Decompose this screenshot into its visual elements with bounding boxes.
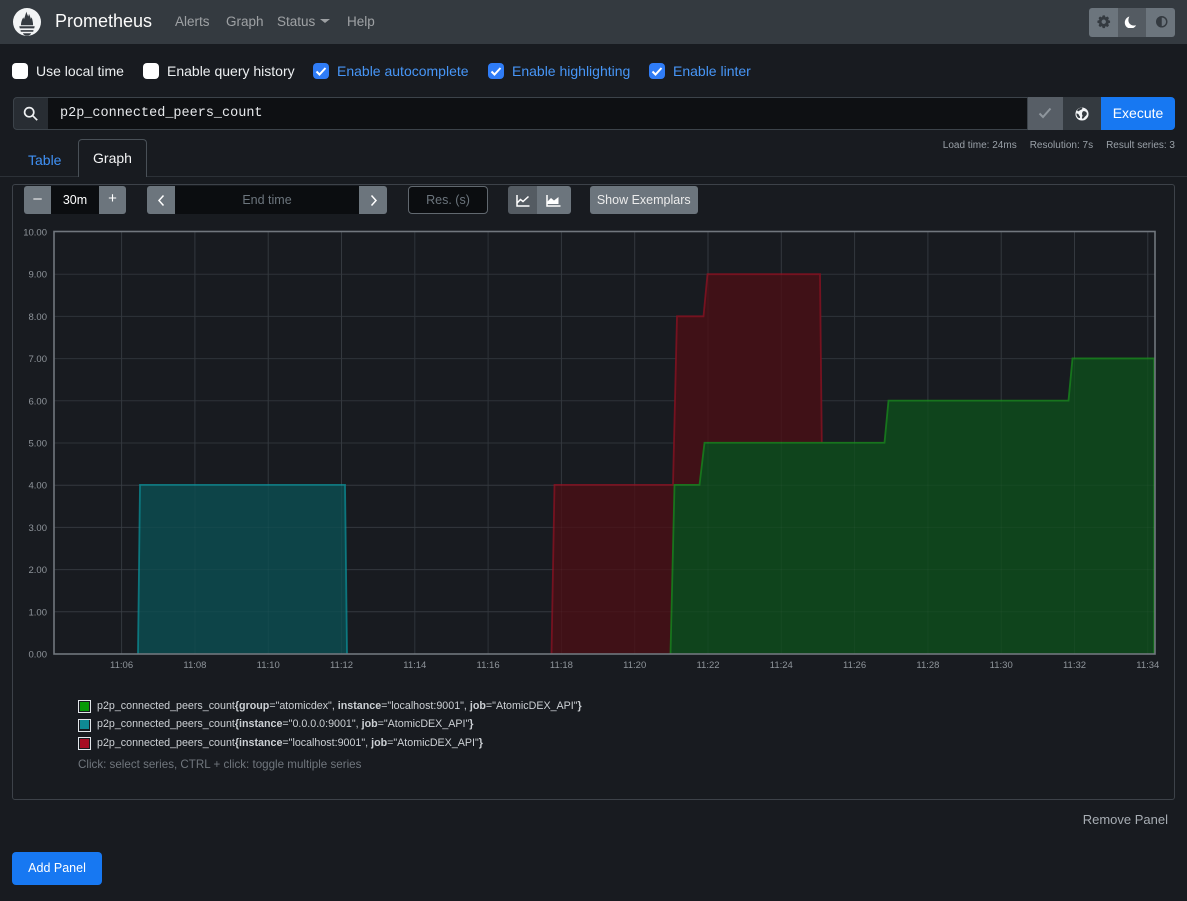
svg-text:11:30: 11:30 (990, 660, 1013, 671)
svg-text:11:12: 11:12 (330, 660, 353, 671)
svg-text:5.00: 5.00 (29, 439, 48, 450)
svg-text:7.00: 7.00 (29, 354, 48, 365)
svg-text:11:20: 11:20 (623, 660, 646, 671)
svg-text:11:22: 11:22 (696, 660, 719, 671)
svg-text:1.00: 1.00 (29, 607, 48, 618)
svg-text:8.00: 8.00 (29, 312, 48, 323)
svg-text:2.00: 2.00 (29, 565, 48, 576)
svg-text:10.00: 10.00 (23, 228, 47, 239)
svg-text:11:28: 11:28 (916, 660, 939, 671)
svg-text:11:08: 11:08 (183, 660, 206, 671)
svg-text:11:32: 11:32 (1063, 660, 1086, 671)
svg-text:4.00: 4.00 (29, 481, 48, 492)
svg-text:0.00: 0.00 (29, 650, 48, 661)
svg-text:11:26: 11:26 (843, 660, 866, 671)
svg-text:11:34: 11:34 (1136, 660, 1159, 671)
svg-text:11:10: 11:10 (257, 660, 280, 671)
svg-text:11:18: 11:18 (550, 660, 573, 671)
svg-text:11:14: 11:14 (403, 660, 426, 671)
svg-text:6.00: 6.00 (29, 396, 48, 407)
svg-text:9.00: 9.00 (29, 270, 48, 281)
svg-text:3.00: 3.00 (29, 523, 48, 534)
svg-text:11:16: 11:16 (477, 660, 500, 671)
svg-text:11:06: 11:06 (110, 660, 133, 671)
svg-text:11:24: 11:24 (770, 660, 793, 671)
